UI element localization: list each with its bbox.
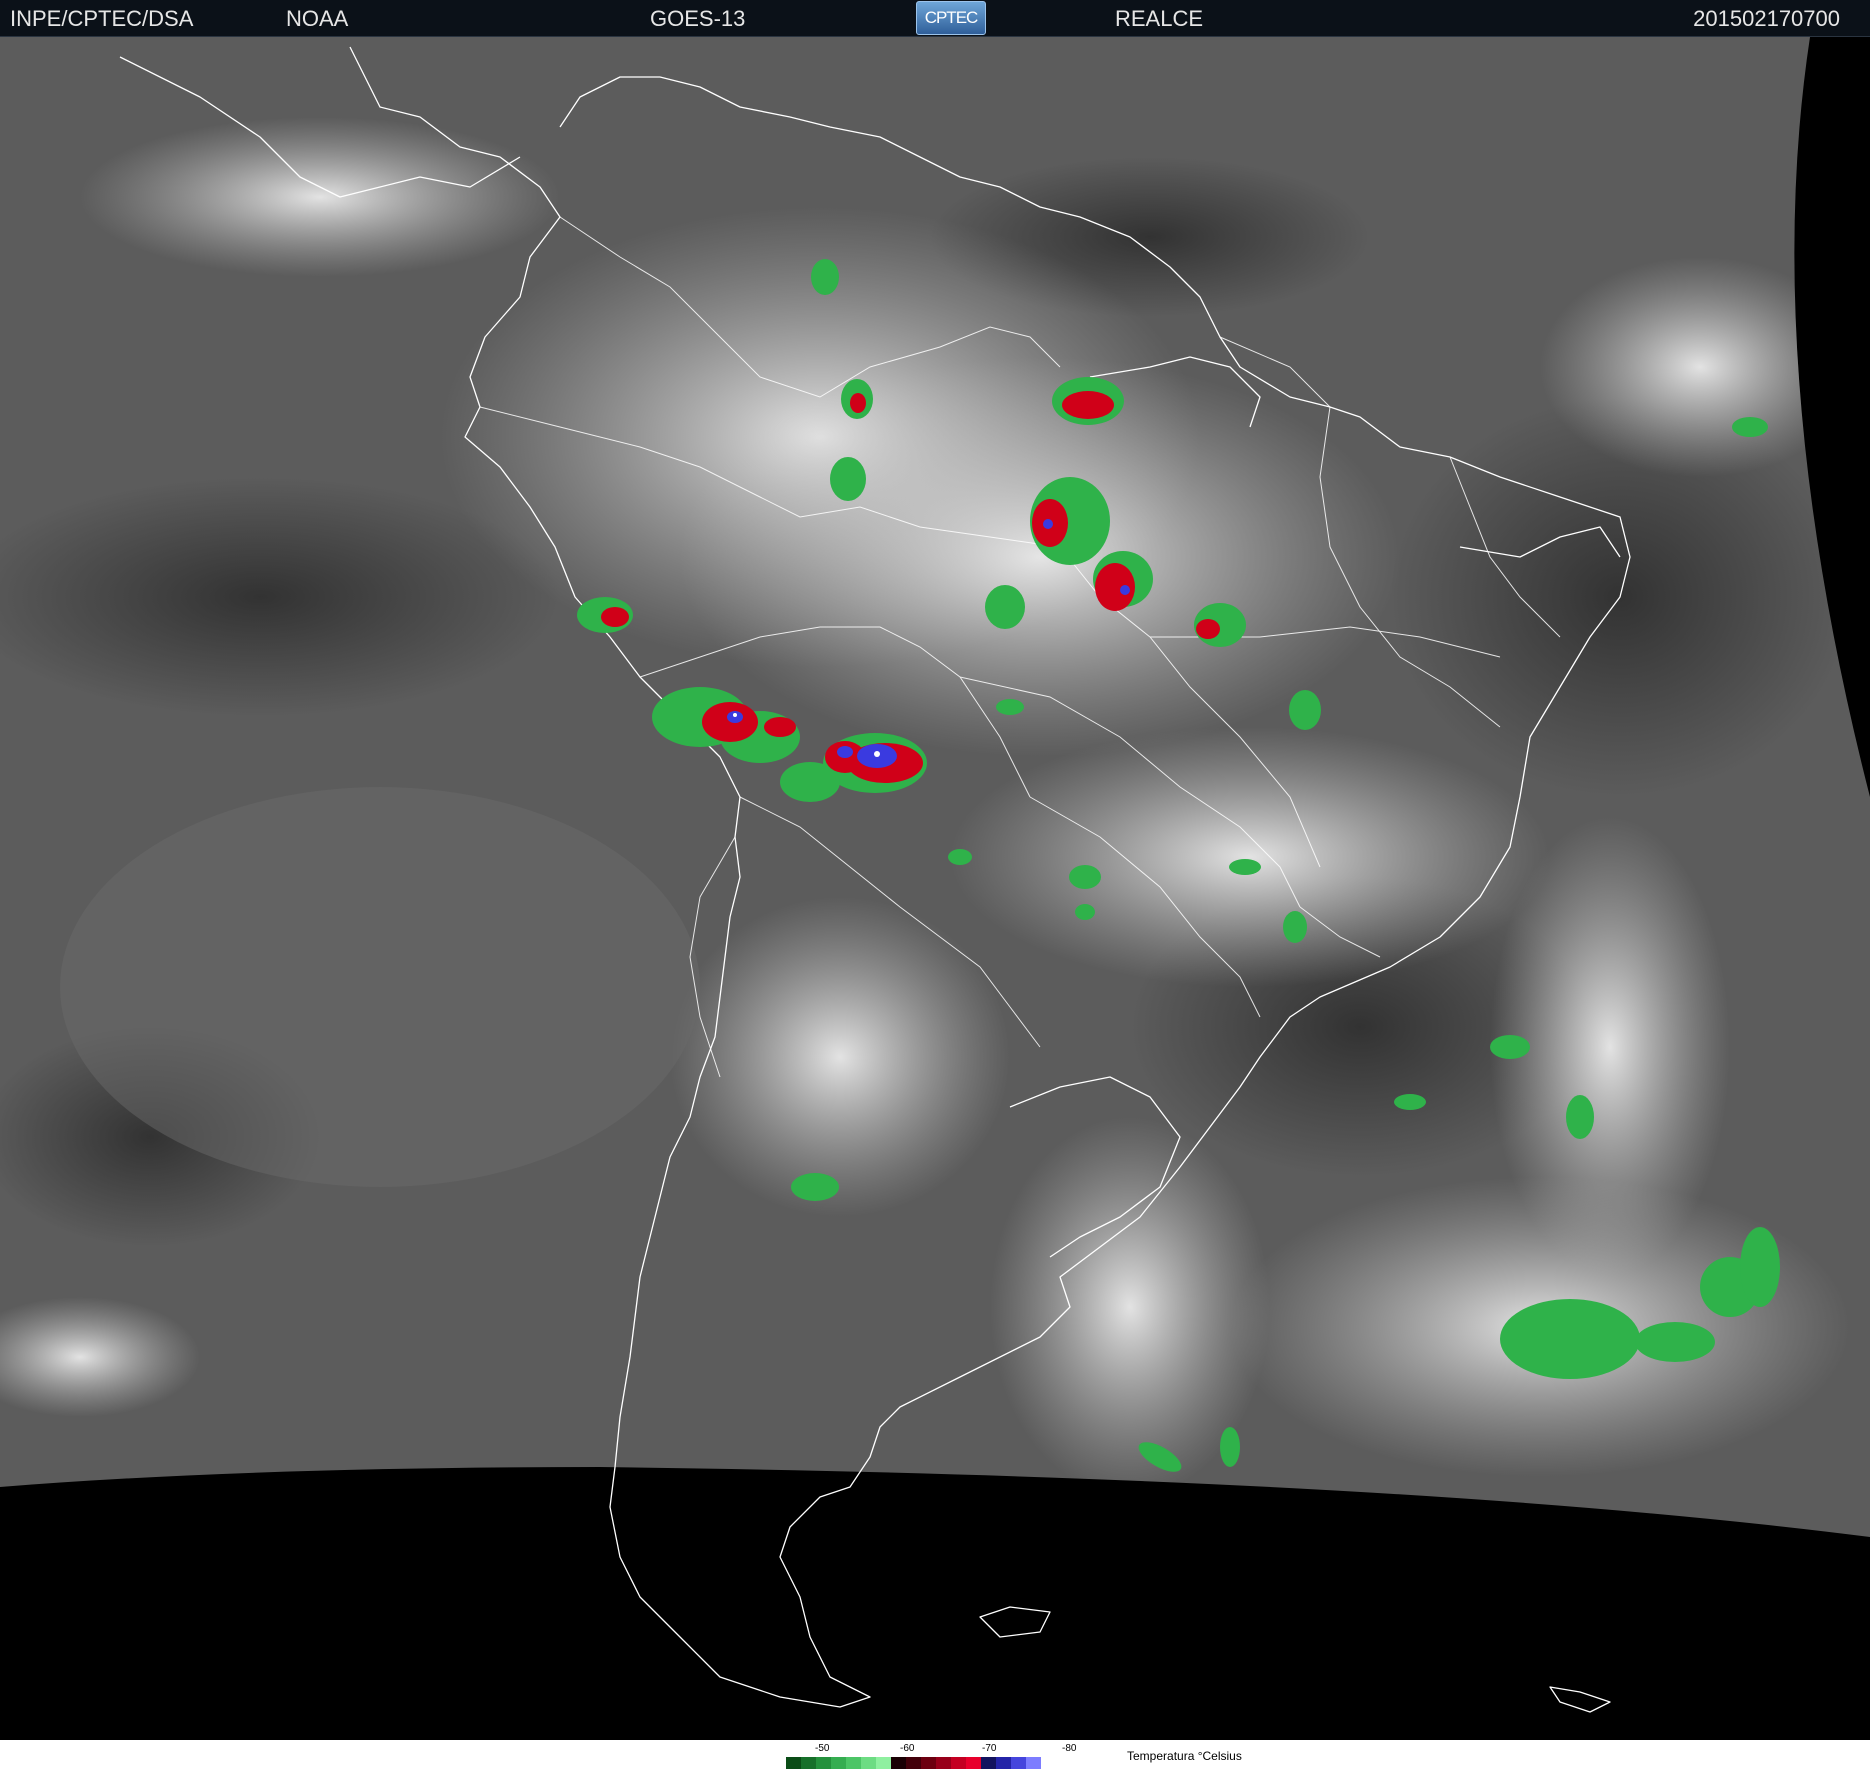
cptec-logo: CPTEC xyxy=(916,1,986,35)
organization-label: INPE/CPTEC/DSA xyxy=(10,6,194,31)
satellite-infrared-map xyxy=(0,37,1870,1713)
legend-swatch xyxy=(876,1757,891,1769)
legend-swatch xyxy=(1011,1757,1026,1769)
cptec-logo-text: CPTEC xyxy=(924,8,979,27)
legend-tick-minus-70: -70 xyxy=(982,1743,997,1754)
legend-swatch xyxy=(936,1757,951,1769)
timestamp-label: 201502170700 xyxy=(1693,6,1840,31)
legend-color-scale xyxy=(786,1757,1041,1769)
legend-tick-minus-60: -60 xyxy=(900,1743,915,1754)
agency-label: NOAA xyxy=(286,6,349,31)
legend-swatch xyxy=(861,1757,876,1769)
legend-tick-minus-80: -80 xyxy=(1062,1743,1077,1754)
legend-swatch xyxy=(906,1757,921,1769)
legend-swatch xyxy=(951,1757,966,1769)
legend-swatch xyxy=(996,1757,1011,1769)
legend-swatch xyxy=(891,1757,906,1769)
enhancement-label: REALCE xyxy=(1115,6,1204,31)
legend-tick-minus-50: -50 xyxy=(815,1743,830,1754)
earth-disk xyxy=(0,37,1870,1537)
legend-swatch xyxy=(921,1757,936,1769)
satellite-image-viewer: INPE/CPTEC/DSA NOAA GOES-13 CPTEC REALCE… xyxy=(0,0,1870,1770)
legend-swatch xyxy=(816,1757,831,1769)
legend-swatch xyxy=(981,1757,996,1769)
legend-swatch xyxy=(1026,1757,1041,1769)
legend-swatch xyxy=(831,1757,846,1769)
legend-swatch xyxy=(966,1757,981,1769)
image-header-bar: INPE/CPTEC/DSA NOAA GOES-13 CPTEC REALCE… xyxy=(0,0,1870,37)
legend-swatch xyxy=(801,1757,816,1769)
temperature-legend: -50 -60 -70 -80 Temperatura °Celsius xyxy=(0,1740,1870,1770)
legend-title: Temperatura °Celsius xyxy=(1127,1749,1242,1763)
satellite-label: GOES-13 xyxy=(650,6,746,31)
legend-swatch xyxy=(846,1757,861,1769)
legend-swatch xyxy=(786,1757,801,1769)
